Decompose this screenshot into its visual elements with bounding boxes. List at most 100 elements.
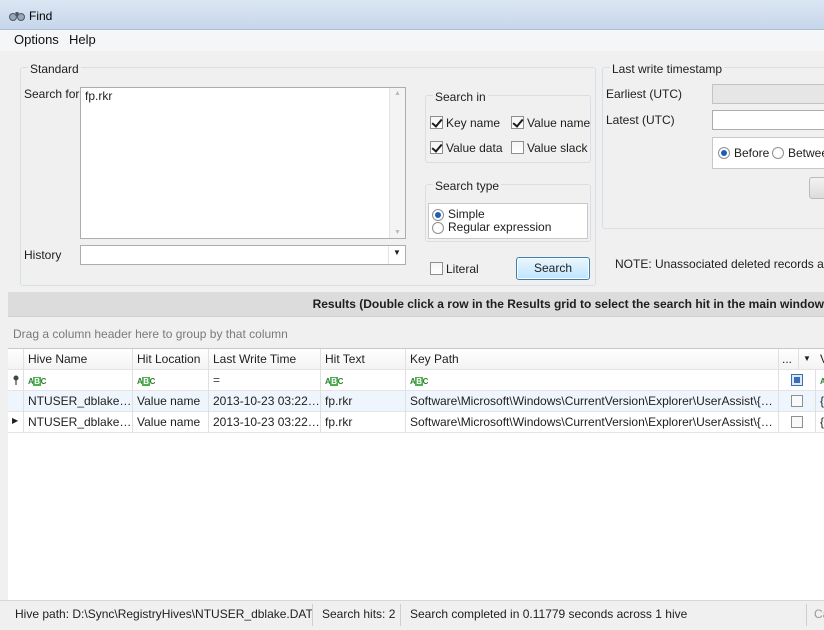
cell-key-path: Software\Microsoft\Windows\CurrentVersio… (406, 412, 779, 433)
between-label: Betwee (788, 146, 824, 160)
regex-label: Regular expression (448, 220, 552, 234)
col-more[interactable]: ... (779, 349, 799, 370)
status-hive-path: Hive path: D:\Sync\RegistryHives\NTUSER_… (15, 607, 313, 621)
grid-header-row: Hive Name Hit Location Last Write Time H… (8, 349, 824, 370)
simple-label: Simple (448, 207, 485, 221)
key-name-checkbox[interactable] (430, 116, 443, 129)
between-radio[interactable] (772, 147, 784, 159)
cell-hive-name: NTUSER_dblake.DAT (24, 412, 133, 433)
search-for-label: Search for (24, 87, 80, 101)
earliest-input[interactable] (712, 84, 824, 104)
before-label: Before (734, 146, 770, 160)
standard-group-title: Standard (28, 62, 81, 76)
cell-hit-location: Value name (133, 391, 209, 412)
menu-bar: Options Help (0, 30, 824, 51)
cell-last-write-time: 2013-10-23 03:22:30 (209, 412, 321, 433)
status-completed: Search completed in 0.11779 seconds acro… (410, 607, 688, 621)
filter-hive-name[interactable]: ABC (24, 370, 133, 391)
search-for-value: fp.rkr (85, 89, 113, 103)
cell-v: { (820, 394, 824, 408)
literal-checkbox[interactable] (430, 262, 443, 275)
grid-header-indicator (8, 349, 24, 370)
value-slack-label: Value slack (527, 141, 588, 155)
value-name-label: Value name (527, 116, 591, 130)
col-hit-text[interactable]: Hit Text (321, 349, 406, 370)
text-filter-icon: ABC (137, 377, 155, 386)
row-indicator: ▶ (8, 412, 24, 433)
results-header: Results (Double click a row in the Resul… (8, 292, 824, 316)
cell-hive-name: NTUSER_dblake.DAT (24, 391, 133, 412)
value-data-label: Value data (446, 141, 503, 155)
filter-row-indicator (8, 370, 24, 391)
results-grid: Hive Name Hit Location Last Write Time H… (8, 348, 824, 600)
filter-v[interactable]: A (816, 370, 824, 391)
value-data-checkbox[interactable] (430, 141, 443, 154)
cell-hit-location: Value name (133, 412, 209, 433)
col-more-label: ... (782, 352, 793, 366)
scroll-down-icon[interactable]: ▼ (394, 229, 401, 236)
grid-filter-row: ABC ABC = ABC ABC A (8, 370, 824, 391)
scroll-up-icon[interactable]: ▲ (394, 90, 401, 97)
status-bar: Hive path: D:\Sync\RegistryHives\NTUSER_… (0, 600, 824, 630)
text-filter-icon: ABC (325, 377, 343, 386)
results-header-text: Results (Double click a row in the Resul… (312, 297, 824, 311)
text-filter-icon: A (820, 377, 824, 387)
chevron-down-icon: ▼ (393, 248, 401, 257)
history-label: History (24, 248, 62, 262)
search-for-textarea[interactable]: fp.rkr ▲ ▼ (80, 87, 406, 239)
search-in-title: Search in (433, 90, 488, 104)
col-last-write-time[interactable]: Last Write Time (209, 349, 321, 370)
status-cancel[interactable]: Ca (814, 607, 824, 621)
col-hit-location[interactable]: Hit Location (133, 349, 209, 370)
row-checkbox[interactable] (791, 395, 803, 407)
group-by-hint: Drag a column header here to group by th… (13, 327, 288, 341)
cell-more (779, 391, 816, 412)
cell-last-write-time: 2013-10-23 03:22:30 (209, 391, 321, 412)
literal-label: Literal (446, 262, 479, 276)
earliest-label: Earliest (UTC) (606, 87, 683, 101)
search-button[interactable]: Search (516, 257, 590, 280)
status-search-hits: Search hits: 2 (322, 607, 396, 621)
title-bar: Find (0, 0, 824, 30)
status-separator (400, 604, 401, 626)
latest-input[interactable] (712, 110, 824, 130)
table-row[interactable]: ▶ NTUSER_dblake.DAT Value name 2013-10-2… (8, 412, 824, 433)
filter-hit-location[interactable]: ABC (133, 370, 209, 391)
before-radio[interactable] (718, 147, 730, 159)
menu-help[interactable]: Help (69, 32, 96, 47)
filter-last-write-time[interactable]: = (209, 370, 321, 391)
regex-radio[interactable] (432, 222, 444, 234)
filter-more[interactable] (779, 370, 816, 391)
history-dropdown-button[interactable]: ▼ (388, 246, 405, 264)
filter-key-path[interactable]: ABC (406, 370, 779, 391)
simple-radio[interactable] (432, 209, 444, 221)
group-by-panel[interactable]: Drag a column header here to group by th… (8, 316, 824, 348)
window-title: Find (29, 9, 53, 23)
row-checkbox[interactable] (791, 416, 803, 428)
value-name-checkbox[interactable] (511, 116, 524, 129)
pin-icon (13, 375, 19, 385)
cell-more (779, 412, 816, 433)
status-separator (806, 604, 807, 626)
menu-options[interactable]: Options (14, 32, 59, 47)
filter-checkbox[interactable] (791, 374, 803, 386)
value-slack-checkbox[interactable] (511, 141, 524, 154)
clear-timestamp-button[interactable] (809, 177, 824, 199)
history-combobox[interactable]: ▼ (80, 245, 406, 265)
latest-label: Latest (UTC) (606, 113, 675, 127)
col-key-path[interactable]: Key Path (406, 349, 779, 370)
search-for-scrollbar[interactable]: ▲ ▼ (389, 88, 405, 238)
timestamp-title: Last write timestamp (610, 62, 725, 76)
search-type-title: Search type (433, 179, 502, 193)
row-indicator (8, 391, 24, 412)
cell-hit-text: fp.rkr (321, 391, 406, 412)
equals-filter-icon: = (213, 373, 221, 387)
cell-hit-text: fp.rkr (321, 412, 406, 433)
table-row[interactable]: NTUSER_dblake.DAT Value name 2013-10-23 … (8, 391, 824, 412)
col-more-chevron-icon[interactable]: ▼ (803, 354, 811, 363)
deleted-records-note: NOTE: Unassociated deleted records are n… (615, 257, 824, 271)
col-hive-name[interactable]: Hive Name (24, 349, 133, 370)
col-v[interactable]: V (816, 349, 824, 370)
text-filter-icon: ABC (28, 377, 46, 386)
filter-hit-text[interactable]: ABC (321, 370, 406, 391)
